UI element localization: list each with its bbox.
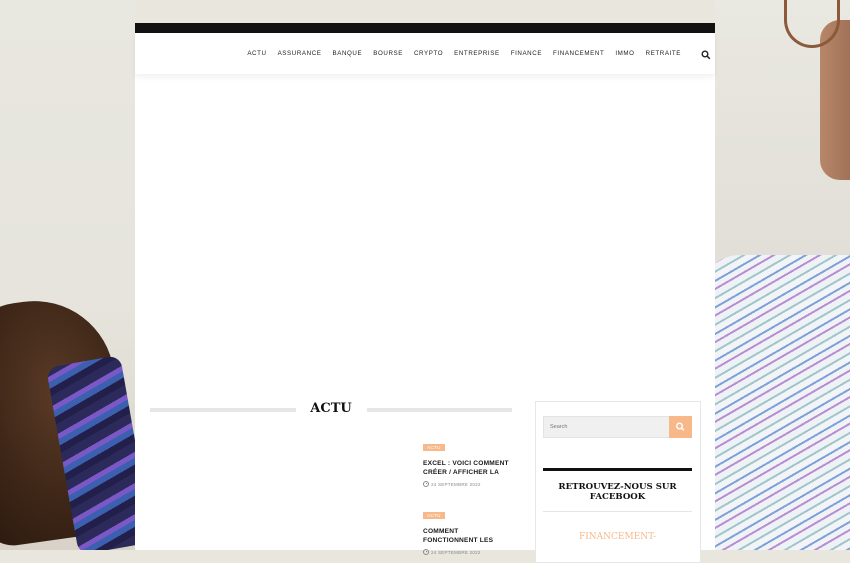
background-right (700, 0, 850, 550)
search-icon (675, 422, 685, 431)
widget-rule (543, 468, 692, 471)
article-date: 24 SEPTEMBRE 2022 (423, 481, 518, 487)
heading-rule-right (367, 408, 512, 412)
article-title-line: COMMENT (423, 528, 459, 535)
facebook-title-line: FACEBOOK (589, 492, 646, 502)
section-heading: ACTU (150, 399, 512, 421)
article-title-link[interactable]: EXCEL : VOICI COMMENT CRÉER / AFFICHER L… (423, 459, 518, 477)
nav-item-immo[interactable]: IMMO (615, 50, 634, 57)
nav-menu: ACTU ASSURANCE BANQUE BOURSE CRYPTO ENTR… (247, 50, 681, 57)
article-date-text: 24 SEPTEMBRE 2022 (431, 481, 481, 487)
nav-item-entreprise[interactable]: ENTREPRISE (454, 50, 500, 57)
article-title-line: FONCTIONNENT LES (423, 537, 494, 544)
facebook-title-line: RETROUVEZ-NOUS SUR (558, 482, 677, 492)
nav-item-finance[interactable]: FINANCE (511, 50, 542, 57)
search-button[interactable] (669, 416, 692, 438)
nav-item-crypto[interactable]: CRYPTO (414, 50, 443, 57)
article-title-line: CRÉER / AFFICHER LA (423, 469, 500, 476)
page-container: ACTU ASSURANCE BANQUE BOURSE CRYPTO ENTR… (135, 23, 715, 563)
search-icon[interactable] (701, 47, 711, 60)
nav-item-assurance[interactable]: ASSURANCE (278, 50, 322, 57)
facebook-widget-title: RETROUVEZ-NOUS SUR FACEBOOK (543, 482, 692, 502)
article-title-line: EXCEL : VOICI COMMENT (423, 460, 509, 467)
nav-item-bourse[interactable]: BOURSE (373, 50, 403, 57)
main-navigation: ACTU ASSURANCE BANQUE BOURSE CRYPTO ENTR… (135, 33, 715, 74)
nav-item-banque[interactable]: BANQUE (333, 50, 363, 57)
shirt-image (700, 255, 850, 550)
sidebar: RETROUVEZ-NOUS SUR FACEBOOK FINANCEMENT- (535, 401, 701, 563)
article-title-link[interactable]: COMMENT FONCTIONNENT LES (423, 527, 518, 545)
category-badge[interactable]: ACTU (423, 512, 445, 519)
widget-divider (543, 511, 692, 512)
facebook-page-link[interactable]: FINANCEMENT- (543, 532, 692, 542)
nav-item-retraite[interactable]: RETRAITE (646, 50, 681, 57)
nav-item-financement[interactable]: FINANCEMENT (553, 50, 604, 57)
background-left (0, 0, 153, 550)
sidebar-search (543, 416, 692, 438)
article-card: ACTU COMMENT FONCTIONNENT LES 24 SEPTEMB… (423, 504, 518, 555)
nav-item-actu[interactable]: ACTU (247, 50, 266, 57)
category-badge[interactable]: ACTU (423, 444, 445, 451)
article-date-text: 24 SEPTEMBRE 2022 (431, 549, 481, 555)
search-input[interactable] (544, 417, 670, 437)
article-card: ACTU EXCEL : VOICI COMMENT CRÉER / AFFIC… (423, 436, 518, 487)
clock-icon (423, 481, 429, 487)
top-bar (135, 23, 715, 33)
